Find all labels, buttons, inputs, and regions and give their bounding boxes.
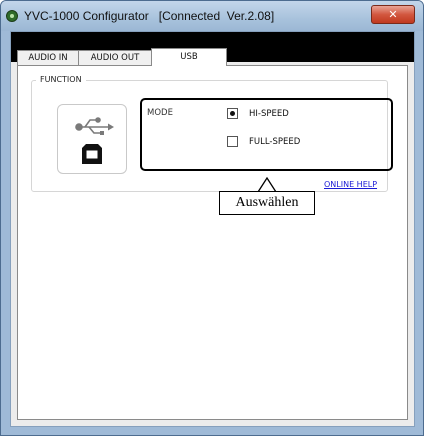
tab-audio-out[interactable]: AUDIO OUT bbox=[78, 50, 152, 66]
usb-b-port-icon bbox=[82, 144, 102, 164]
usb-icon-tile bbox=[57, 104, 127, 174]
close-button[interactable]: ✕ bbox=[371, 5, 415, 24]
tab-strip: AUDIO IN AUDIO OUT USB bbox=[11, 32, 414, 66]
mode-highlight-frame bbox=[140, 98, 393, 171]
client-area: AUDIO IN AUDIO OUT USB FUNCTION MODE HI-… bbox=[10, 31, 415, 427]
select-callout: Auswählen bbox=[219, 191, 315, 215]
tab-audio-in[interactable]: AUDIO IN bbox=[17, 50, 79, 66]
tab-usb[interactable]: USB bbox=[151, 48, 227, 66]
online-help-link[interactable]: ONLINE HELP bbox=[324, 180, 377, 189]
app-icon bbox=[6, 10, 18, 22]
function-group-label: FUNCTION bbox=[36, 75, 86, 84]
window-title: YVC-1000 Configurator [Connected Ver.2.0… bbox=[24, 9, 275, 23]
app-window: YVC-1000 Configurator [Connected Ver.2.0… bbox=[0, 0, 424, 436]
title-bar[interactable]: YVC-1000 Configurator [Connected Ver.2.0… bbox=[1, 1, 423, 31]
